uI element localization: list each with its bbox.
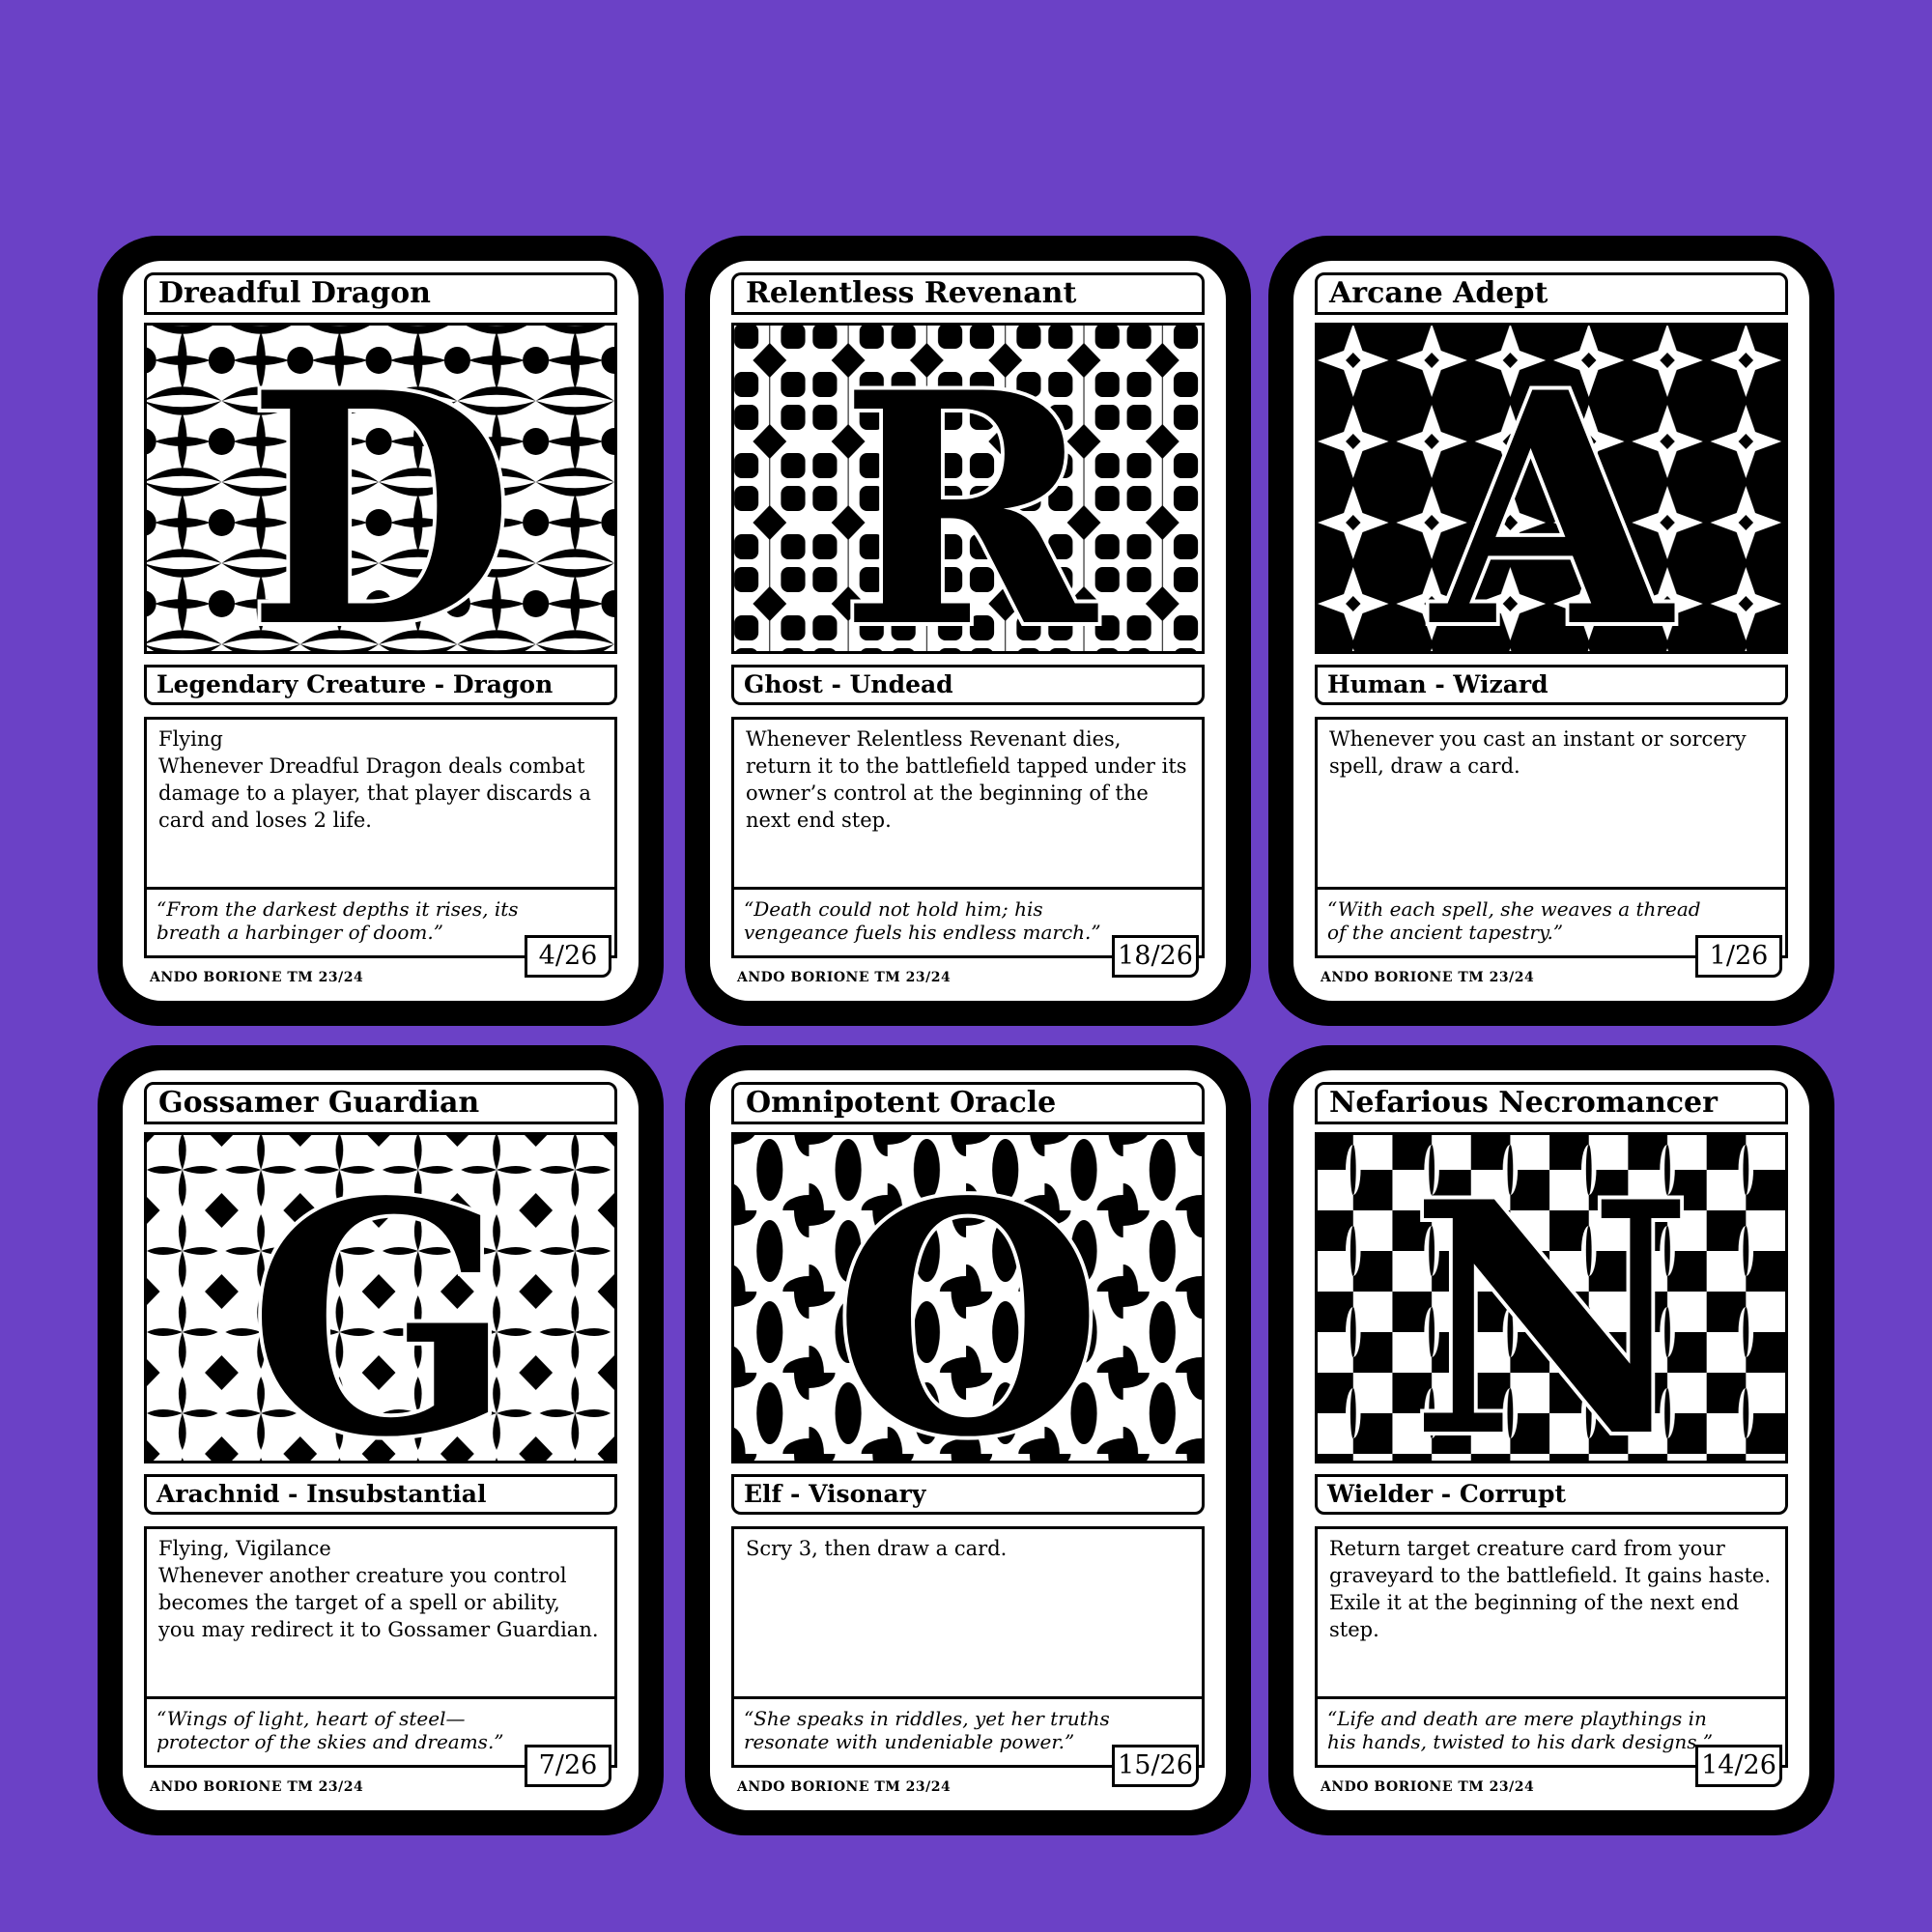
card-art-pattern: N — [1318, 1135, 1785, 1461]
card-dreadful-dragon[interactable]: Dreadful Dragon D Legendary Creature - D… — [98, 236, 664, 1026]
rule-line: Scry 3, then draw a card. — [746, 1537, 1008, 1560]
card-rules-text: Whenever Relentless Revenant dies, retur… — [734, 720, 1202, 890]
card-text-box: Whenever you cast an instant or sorcery … — [1315, 717, 1788, 958]
card-art-pattern: A — [1318, 326, 1785, 651]
rule-line: Whenever you cast an instant or sorcery … — [1329, 727, 1753, 778]
card-flavor-text: “Life and death are mere playthings in h… — [1327, 1707, 1714, 1753]
card-flavor-text: “Death could not hold him; his vengeance… — [744, 897, 1101, 944]
card-text-box: Return target creature card from your gr… — [1315, 1526, 1788, 1768]
artist-credit: ANDO BORIONE TM 23/24 — [737, 970, 952, 985]
card-art: N — [1315, 1132, 1788, 1463]
rule-line: Flying, Vigilance — [158, 1537, 331, 1560]
card-art-pattern: G — [147, 1135, 614, 1461]
card-arcane-adept[interactable]: Arcane Adept A Human - Wizard Whenever y… — [1268, 236, 1834, 1026]
card-name: Gossamer Guardian — [144, 1082, 617, 1124]
collector-number: 1/26 — [1695, 935, 1782, 978]
card-name: Dreadful Dragon — [144, 272, 617, 315]
collector-number: 4/26 — [525, 935, 611, 978]
card-face: Dreadful Dragon D Legendary Creature - D… — [123, 261, 639, 1001]
artist-credit: ANDO BORIONE TM 23/24 — [1321, 1779, 1535, 1795]
card-name: Relentless Revenant — [731, 272, 1205, 315]
card-type-line: Legendary Creature - Dragon — [144, 665, 617, 705]
card-type-line: Wielder - Corrupt — [1315, 1474, 1788, 1515]
artist-credit: ANDO BORIONE TM 23/24 — [150, 1779, 364, 1795]
card-initial-letter: N — [1410, 1135, 1692, 1461]
card-rules-text: Flying, Vigilance Whenever another creat… — [147, 1529, 614, 1699]
rule-line: Whenever another creature you control be… — [158, 1564, 599, 1641]
card-name: Arcane Adept — [1315, 272, 1788, 315]
rule-line: Whenever Dreadful Dragon deals combat da… — [158, 754, 598, 832]
rule-line: Return target creature card from your gr… — [1329, 1537, 1777, 1641]
card-initial-letter: R — [839, 326, 1100, 651]
collector-number: 18/26 — [1112, 935, 1199, 978]
card-art-pattern: R — [734, 326, 1202, 651]
card-face: Relentless Revenant R Ghost - Undead Whe… — [710, 261, 1226, 1001]
card-art: G — [144, 1132, 617, 1463]
card-gossamer-guardian[interactable]: Gossamer Guardian G Arachnid - Insubstan… — [98, 1045, 664, 1835]
card-art-pattern: O — [734, 1135, 1202, 1461]
card-flavor-text: “From the darkest depths it rises, its b… — [156, 897, 519, 944]
card-face: Nefarious Necromancer N Wielder - Corrup… — [1293, 1070, 1809, 1810]
card-face: Gossamer Guardian G Arachnid - Insubstan… — [123, 1070, 639, 1810]
card-rules-text: Return target creature card from your gr… — [1318, 1529, 1785, 1699]
card-art-pattern: D — [147, 326, 614, 651]
collector-number: 15/26 — [1112, 1745, 1199, 1787]
card-omnipotent-oracle[interactable]: Omnipotent Oracle O Elf - Visonary Scry … — [685, 1045, 1251, 1835]
card-initial-letter: A — [1427, 326, 1678, 651]
collector-number: 14/26 — [1695, 1745, 1782, 1787]
card-rules-text: Scry 3, then draw a card. — [734, 1529, 1202, 1699]
card-relentless-revenant[interactable]: Relentless Revenant R Ghost - Undead Whe… — [685, 236, 1251, 1026]
card-text-box: Flying, Vigilance Whenever another creat… — [144, 1526, 617, 1768]
card-art: D — [144, 323, 617, 654]
artist-credit: ANDO BORIONE TM 23/24 — [150, 970, 364, 985]
card-text-box: Flying Whenever Dreadful Dragon deals co… — [144, 717, 617, 958]
card-flavor-text: “With each spell, she weaves a thread of… — [1327, 897, 1701, 944]
card-flavor-text: “Wings of light, heart of steel—protecto… — [156, 1707, 504, 1753]
card-name: Nefarious Necromancer — [1315, 1082, 1788, 1124]
artist-credit: ANDO BORIONE TM 23/24 — [737, 1779, 952, 1795]
card-type-line: Arachnid - Insubstantial — [144, 1474, 617, 1515]
card-text-box: Scry 3, then draw a card. “She speaks in… — [731, 1526, 1205, 1768]
artist-credit: ANDO BORIONE TM 23/24 — [1321, 970, 1535, 985]
card-text-box: Whenever Relentless Revenant dies, retur… — [731, 717, 1205, 958]
card-art: R — [731, 323, 1205, 654]
card-type-line: Elf - Visonary — [731, 1474, 1205, 1515]
card-type-line: Ghost - Undead — [731, 665, 1205, 705]
card-art: O — [731, 1132, 1205, 1463]
card-name: Omnipotent Oracle — [731, 1082, 1205, 1124]
card-initial-letter: G — [249, 1135, 513, 1461]
card-face: Arcane Adept A Human - Wizard Whenever y… — [1293, 261, 1809, 1001]
rule-line: Whenever Relentless Revenant dies, retur… — [746, 727, 1194, 832]
collector-number: 7/26 — [525, 1745, 611, 1787]
rule-line: Flying — [158, 727, 223, 751]
card-rules-text: Flying Whenever Dreadful Dragon deals co… — [147, 720, 614, 890]
card-initial-letter: D — [246, 326, 514, 651]
card-nefarious-necromancer[interactable]: Nefarious Necromancer N Wielder - Corrup… — [1268, 1045, 1834, 1835]
card-face: Omnipotent Oracle O Elf - Visonary Scry … — [710, 1070, 1226, 1810]
card-flavor-text: “She speaks in riddles, yet her truths r… — [744, 1707, 1110, 1753]
card-art: A — [1315, 323, 1788, 654]
card-type-line: Human - Wizard — [1315, 665, 1788, 705]
card-rules-text: Whenever you cast an instant or sorcery … — [1318, 720, 1785, 890]
card-initial-letter: O — [834, 1135, 1102, 1461]
